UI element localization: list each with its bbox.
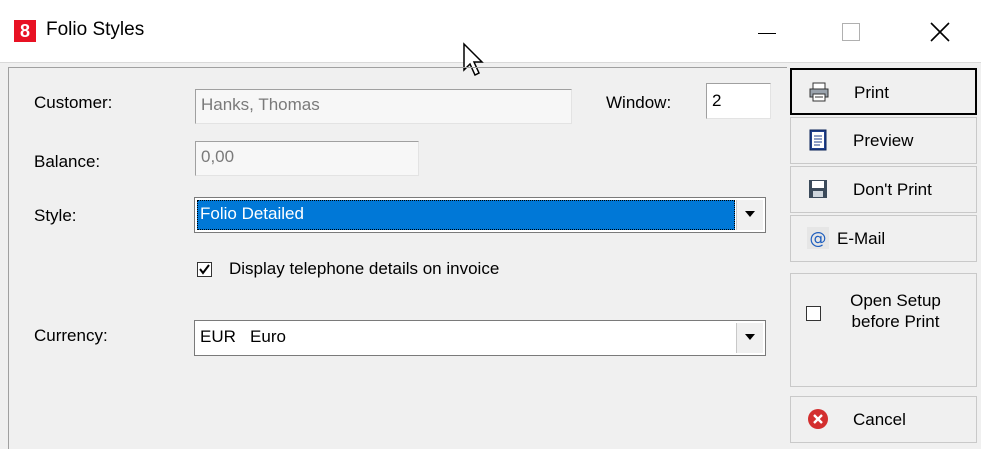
window-label: Window: [606,93,672,112]
document-icon [809,129,827,151]
checkmark-icon [199,264,210,275]
style-dropdown-arrow[interactable] [736,200,763,230]
svg-text:@: @ [810,229,827,249]
balance-label: Balance: [34,152,101,171]
currency-label: Currency: [34,326,108,345]
app-logo-icon: 8 [14,20,36,42]
display-phone-checkbox[interactable] [197,262,212,277]
balance-field[interactable]: 0,00 [195,141,419,176]
close-icon [930,22,950,42]
at-sign-icon: @ [807,227,829,249]
preview-label: Preview [853,131,914,150]
maximize-icon [842,23,860,41]
action-panel: Print Preview Don't Print @ E-Mail Open … [787,62,981,448]
style-label: Style: [34,206,77,225]
currency-dropdown-arrow[interactable] [736,323,763,353]
print-button[interactable]: Print [790,68,977,115]
customer-field[interactable]: Hanks, Thomas [195,89,572,124]
open-setup-label[interactable]: Open Setup before Print [833,290,958,332]
title-bar: 8 Folio Styles [0,0,981,63]
floppy-disk-icon [809,180,827,198]
minimize-icon [758,33,776,34]
window-number-field[interactable]: 2 [706,83,771,119]
form-panel [8,67,787,449]
maximize-button[interactable] [824,6,884,56]
close-button[interactable] [910,6,970,56]
preview-button[interactable]: Preview [790,117,977,164]
currency-dropdown[interactable]: EUR Euro [194,320,766,356]
style-dropdown[interactable]: Folio Detailed [194,197,766,233]
dont-print-button[interactable]: Don't Print [790,166,977,213]
open-setup-group: Open Setup before Print [790,273,977,387]
currency-dropdown-value: EUR Euro [200,327,286,346]
email-label: E-Mail [837,229,886,248]
cancel-circle-icon [808,409,828,429]
email-button[interactable]: @ E-Mail [790,215,977,262]
minimize-button[interactable] [738,6,798,56]
dont-print-label: Don't Print [853,180,932,199]
open-setup-checkbox[interactable] [806,306,821,321]
print-label: Print [854,83,889,102]
printer-icon [809,82,829,102]
chevron-down-icon [745,334,755,340]
style-dropdown-value: Folio Detailed [197,200,735,230]
cancel-button[interactable]: Cancel [790,396,977,443]
display-phone-label[interactable]: Display telephone details on invoice [229,259,499,279]
customer-label: Customer: [34,93,113,112]
chevron-down-icon [745,211,755,217]
cancel-label: Cancel [853,410,906,429]
window-title: Folio Styles [46,19,145,40]
